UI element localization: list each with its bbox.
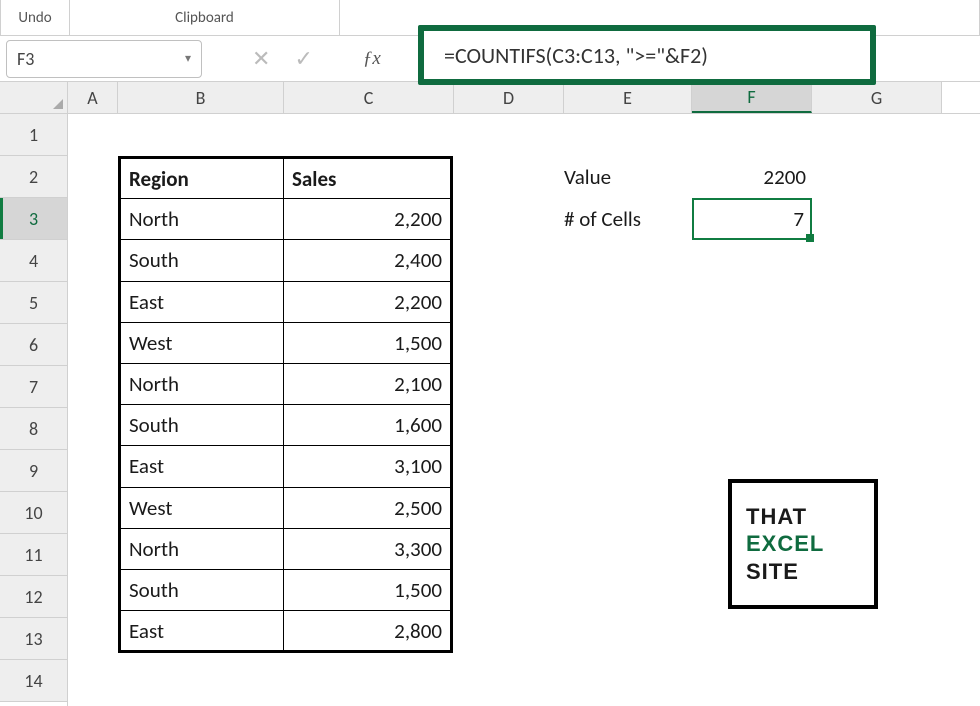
cell-sales[interactable]: 2,100 <box>284 363 452 404</box>
table-row[interactable]: West1,500 <box>120 322 452 363</box>
formula-text: =COUNTIFS(C3:C13, ">="&F2) <box>444 42 708 69</box>
name-box[interactable]: F3 ▾ <box>6 40 202 78</box>
row-header-8[interactable]: 8 <box>0 408 67 450</box>
row-header-10[interactable]: 10 <box>0 492 67 534</box>
row-header-12[interactable]: 12 <box>0 576 67 618</box>
row-header-4[interactable]: 4 <box>0 240 67 282</box>
col-header-f[interactable]: F <box>692 82 812 113</box>
cell-region[interactable]: West <box>120 322 284 363</box>
row-headers: 1 2 3 4 5 6 7 8 9 10 11 12 13 14 <box>0 82 68 706</box>
cell-count-label[interactable]: # of Cells <box>564 198 692 240</box>
ribbon-group-undo: Undo <box>0 0 70 35</box>
cell-sales[interactable]: 2,400 <box>284 240 452 281</box>
formula-input[interactable]: =COUNTIFS(C3:C13, ">="&F2) <box>418 25 876 85</box>
col-header-e[interactable]: E <box>564 82 692 113</box>
cell-region[interactable]: North <box>120 199 284 240</box>
col-header-g[interactable]: G <box>812 82 942 113</box>
cell-sales[interactable]: 3,100 <box>284 446 452 487</box>
chevron-down-icon[interactable]: ▾ <box>185 51 191 66</box>
table-row[interactable]: South2,400 <box>120 240 452 281</box>
cell-region[interactable]: North <box>120 528 284 569</box>
ribbon-group-clipboard: Clipboard <box>70 0 340 35</box>
table-row[interactable]: East2,800 <box>120 611 452 652</box>
cell-region[interactable]: South <box>120 405 284 446</box>
data-table[interactable]: Region Sales North2,200 South2,400 East2… <box>118 156 453 653</box>
logo-line1: THAT <box>746 503 874 531</box>
cell-sales[interactable]: 1,500 <box>284 322 452 363</box>
logo-line2: EXCEL <box>746 530 874 558</box>
cell-sales[interactable]: 2,200 <box>284 281 452 322</box>
row-header-3[interactable]: 3 <box>0 198 67 240</box>
active-cell-f3[interactable]: 7 <box>692 198 812 240</box>
cell-sales[interactable]: 2,200 <box>284 199 452 240</box>
table-row[interactable]: North2,200 <box>120 199 452 240</box>
spreadsheet-grid[interactable]: 1 2 3 4 5 6 7 8 9 10 11 12 13 14 A B C D… <box>0 82 980 706</box>
table-row[interactable]: South1,500 <box>120 569 452 610</box>
cell-region[interactable]: East <box>120 281 284 322</box>
row-header-7[interactable]: 7 <box>0 366 67 408</box>
cell-region[interactable]: North <box>120 363 284 404</box>
name-box-value: F3 <box>17 48 34 70</box>
cell-value-label[interactable]: Value <box>564 156 692 198</box>
cell-sales[interactable]: 2,800 <box>284 611 452 652</box>
enter-icon[interactable]: ✓ <box>294 45 312 72</box>
row-header-5[interactable]: 5 <box>0 282 67 324</box>
table-row[interactable]: South1,600 <box>120 405 452 446</box>
logo: THAT EXCEL SITE <box>728 479 878 609</box>
table-row[interactable]: East2,200 <box>120 281 452 322</box>
table-row[interactable]: West2,500 <box>120 487 452 528</box>
cell-sales[interactable]: 1,500 <box>284 569 452 610</box>
col-header-c[interactable]: C <box>284 82 454 113</box>
cell-sales[interactable]: 2,500 <box>284 487 452 528</box>
column-area: A B C D E F G Region Sales North2,200 So… <box>68 82 980 706</box>
row-header-11[interactable]: 11 <box>0 534 67 576</box>
row-header-1[interactable]: 1 <box>0 114 67 156</box>
row-header-6[interactable]: 6 <box>0 324 67 366</box>
cell-region[interactable]: South <box>120 240 284 281</box>
select-all-corner[interactable] <box>0 82 67 114</box>
table-header-row[interactable]: Region Sales <box>120 158 452 199</box>
table-row[interactable]: North2,100 <box>120 363 452 404</box>
cell-region[interactable]: East <box>120 446 284 487</box>
col-header-a[interactable]: A <box>68 82 118 113</box>
row-header-9[interactable]: 9 <box>0 450 67 492</box>
header-region[interactable]: Region <box>120 158 284 199</box>
row-header-14[interactable]: 14 <box>0 660 67 702</box>
cell-sales[interactable]: 3,300 <box>284 528 452 569</box>
cell-region[interactable]: West <box>120 487 284 528</box>
column-headers: A B C D E F G <box>68 82 980 114</box>
col-header-d[interactable]: D <box>454 82 564 113</box>
header-sales[interactable]: Sales <box>284 158 452 199</box>
cell-value[interactable]: 2200 <box>692 156 812 198</box>
row-header-13[interactable]: 13 <box>0 618 67 660</box>
cancel-icon[interactable]: ✕ <box>252 45 270 72</box>
logo-line3: SITE <box>746 558 874 586</box>
cell-region[interactable]: East <box>120 611 284 652</box>
formula-bar-buttons: ✕ ✓ ƒx <box>252 45 381 72</box>
row-header-2[interactable]: 2 <box>0 156 67 198</box>
fx-icon[interactable]: ƒx <box>363 48 381 70</box>
table-row[interactable]: North3,300 <box>120 528 452 569</box>
active-cell-value: 7 <box>793 206 804 232</box>
cell-sales[interactable]: 1,600 <box>284 405 452 446</box>
cell-region[interactable]: South <box>120 569 284 610</box>
table-row[interactable]: East3,100 <box>120 446 452 487</box>
col-header-b[interactable]: B <box>118 82 284 113</box>
